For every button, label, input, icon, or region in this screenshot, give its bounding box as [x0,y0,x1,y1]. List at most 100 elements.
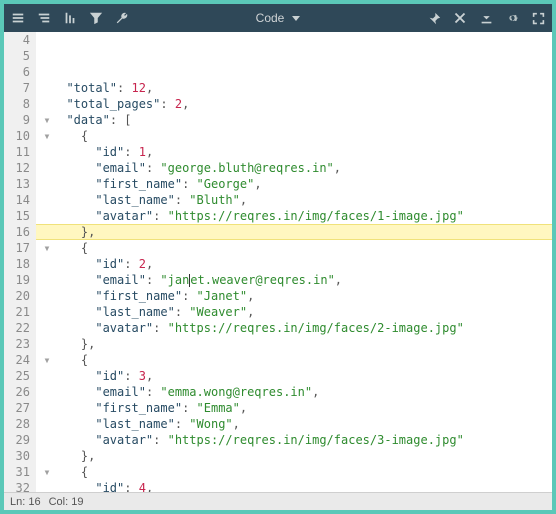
code-line: "avatar": "https://reqres.in/img/faces/1… [42,208,552,224]
line-number: 28 [8,416,30,432]
line-number: 16 [8,224,30,240]
line-number: 18 [8,256,30,272]
fold-spacer [42,448,52,464]
fold-spacer [42,432,52,448]
status-col: Col: 19 [49,496,84,508]
editor-frame: Code 45678910111213141516171819202122232… [4,4,552,510]
fold-spacer [42,320,52,336]
text-cursor [189,274,190,287]
line-number: 4 [8,32,30,48]
download-icon[interactable] [478,10,494,26]
fold-spacer [42,416,52,432]
code-line: }, [42,336,552,352]
fold-toggle-icon[interactable]: ▾ [42,240,52,256]
wrench-icon[interactable] [114,10,130,26]
fold-spacer [42,96,52,112]
line-number: 13 [8,176,30,192]
line-number: 8 [8,96,30,112]
line-number: 29 [8,432,30,448]
fullscreen-icon[interactable] [530,10,546,26]
code-line: "id": 4, [42,480,552,492]
fold-toggle-icon[interactable]: ▾ [42,352,52,368]
fold-spacer [42,384,52,400]
code-line: "email": "george.bluth@reqres.in", [42,160,552,176]
line-number: 24 [8,352,30,368]
code-line: ▾ { [42,128,552,144]
chevron-down-icon [292,16,300,21]
code-line: "total_pages": 2, [42,96,552,112]
line-number-gutter: 4567891011121314151617181920212223242526… [4,32,36,492]
line-number: 19 [8,272,30,288]
fold-spacer [42,176,52,192]
code-line: "avatar": "https://reqres.in/img/faces/2… [42,320,552,336]
line-number: 5 [8,48,30,64]
line-number: 11 [8,144,30,160]
line-number: 17 [8,240,30,256]
toolbar: Code [4,4,552,32]
mode-selector[interactable]: Code [130,11,426,25]
line-number: 20 [8,288,30,304]
line-number: 30 [8,448,30,464]
code-line: }, [42,224,552,240]
code-line: "first_name": "George", [42,176,552,192]
line-number: 32 [8,480,30,492]
line-number: 10 [8,128,30,144]
fold-spacer [42,400,52,416]
status-line: Ln: 16 [10,496,41,508]
sort-icon[interactable] [62,10,78,26]
fold-spacer [42,288,52,304]
line-number: 12 [8,160,30,176]
code-line: "total": 12, [42,80,552,96]
code-line: "first_name": "Janet", [42,288,552,304]
fold-toggle-icon[interactable]: ▾ [42,112,52,128]
settings-icon[interactable] [504,10,520,26]
line-number: 31 [8,464,30,480]
fold-spacer [42,336,52,352]
line-number: 9 [8,112,30,128]
line-number: 26 [8,384,30,400]
code-line: "avatar": "https://reqres.in/img/faces/3… [42,432,552,448]
close-icon[interactable] [452,10,468,26]
status-bar: Ln: 16 Col: 19 [4,492,552,510]
code-line: "email": "emma.wong@reqres.in", [42,384,552,400]
fold-spacer [42,192,52,208]
code-area[interactable]: 4567891011121314151617181920212223242526… [4,32,552,492]
pin-icon[interactable] [426,10,442,26]
toolbar-left [10,10,130,26]
fold-toggle-icon[interactable]: ▾ [42,464,52,480]
code-line: ▾ { [42,240,552,256]
filter-icon[interactable] [88,10,104,26]
fold-spacer [42,368,52,384]
fold-spacer [42,144,52,160]
code-content[interactable]: "total": 12, "total_pages": 2,▾ "data": … [36,32,552,492]
code-line: }, [42,448,552,464]
toolbar-right [426,10,546,26]
line-number: 7 [8,80,30,96]
fold-spacer [42,80,52,96]
fold-spacer [42,256,52,272]
fold-spacer [42,304,52,320]
fold-spacer [42,480,52,492]
fold-spacer [42,272,52,288]
expand-all-icon[interactable] [10,10,26,26]
line-number: 27 [8,400,30,416]
code-line: ▾ "data": [ [42,112,552,128]
code-line: "id": 2, [42,256,552,272]
line-number: 23 [8,336,30,352]
code-line: ▾ { [42,464,552,480]
code-line: "email": "janet.weaver@reqres.in", [42,272,552,288]
collapse-all-icon[interactable] [36,10,52,26]
line-number: 25 [8,368,30,384]
line-number: 21 [8,304,30,320]
code-line: "id": 3, [42,368,552,384]
fold-spacer [42,224,52,240]
code-line: "last_name": "Wong", [42,416,552,432]
code-line: "id": 1, [42,144,552,160]
fold-toggle-icon[interactable]: ▾ [42,128,52,144]
line-number: 14 [8,192,30,208]
code-line: "last_name": "Weaver", [42,304,552,320]
mode-label: Code [256,11,285,25]
code-line: "first_name": "Emma", [42,400,552,416]
line-number: 15 [8,208,30,224]
code-line: "last_name": "Bluth", [42,192,552,208]
